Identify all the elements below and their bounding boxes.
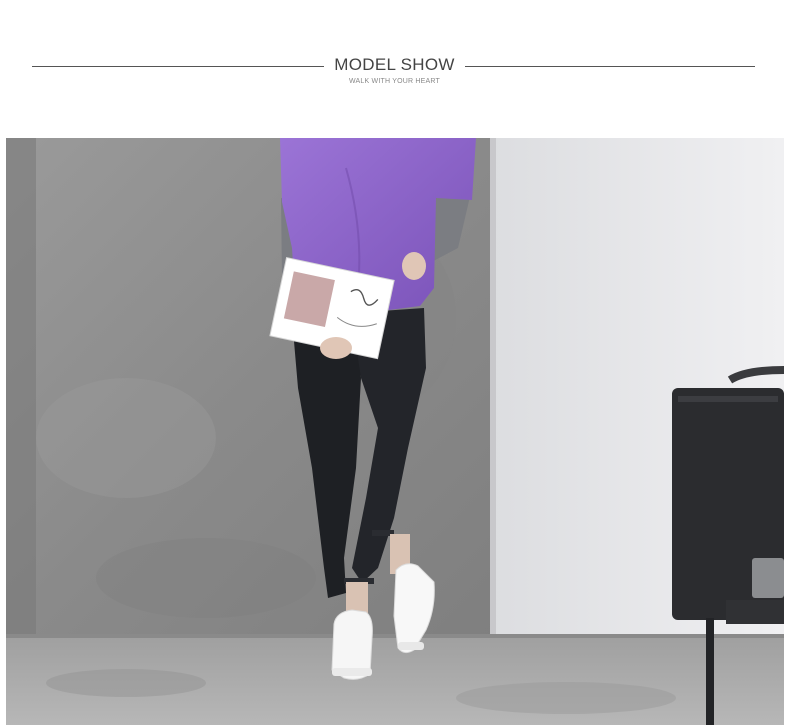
- chair-leg: [706, 618, 714, 725]
- floor-baseline: [6, 634, 784, 638]
- floor-stain-2: [456, 682, 676, 714]
- chair-seat: [752, 558, 784, 598]
- chair-seat-base: [726, 600, 784, 624]
- section-subtitle: WALK WITH YOUR HEART: [349, 78, 440, 85]
- wall-texture-3: [96, 538, 316, 618]
- concrete-wall-shadow: [6, 138, 36, 638]
- section-title: MODEL SHOW: [334, 55, 455, 74]
- section-header: MODEL SHOW WALK WITH YOUR HEART: [0, 0, 790, 138]
- floor-stain-1: [46, 669, 206, 697]
- chair-backrest-edge: [678, 396, 778, 402]
- divider-left: [32, 66, 324, 67]
- sneaker-left-sole: [332, 668, 372, 676]
- hand-left: [320, 337, 352, 359]
- divider-right: [465, 66, 755, 67]
- hand-right: [402, 252, 426, 280]
- wall-texture-1: [36, 378, 216, 498]
- model-photo: [6, 138, 784, 725]
- sneaker-right-sole: [398, 642, 424, 650]
- wall-corner-edge: [490, 138, 496, 650]
- model-photo-illustration: [6, 138, 784, 725]
